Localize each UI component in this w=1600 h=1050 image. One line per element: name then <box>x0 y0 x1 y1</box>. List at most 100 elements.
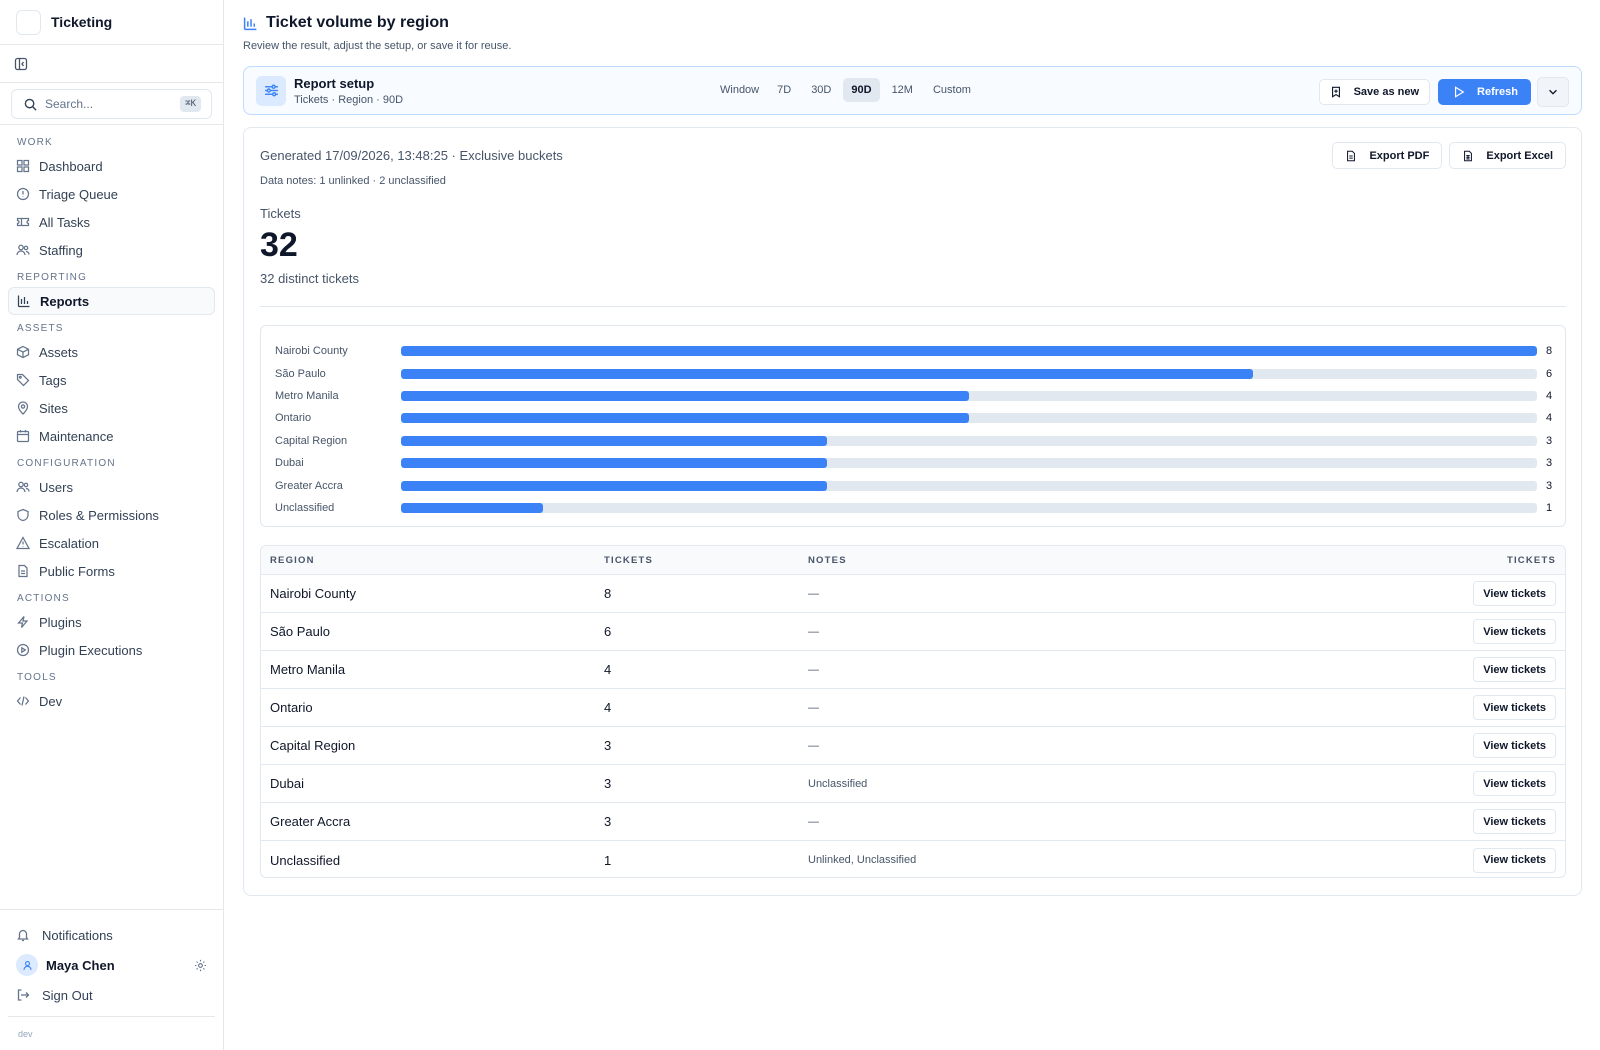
cell-notes: — <box>808 587 819 600</box>
page-subtitle: Review the result, adjust the setup, or … <box>243 40 512 52</box>
bar-track <box>401 435 1537 446</box>
sidebar-item-roles-permissions[interactable]: Roles & Permissions <box>8 501 215 529</box>
sidebar-item-triage-queue[interactable]: Triage Queue <box>8 180 215 208</box>
environment-label: dev <box>8 1016 215 1050</box>
sidebar-item-label: Assets <box>39 344 79 360</box>
sidebar-item-staffing[interactable]: Staffing <box>8 236 215 264</box>
sidebar-item-users[interactable]: Users <box>8 473 215 501</box>
file-icon <box>1347 150 1356 161</box>
table-row: Nairobi County 8 — View tickets <box>261 575 1565 613</box>
sidebar-item-plugin-executions[interactable]: Plugin Executions <box>8 636 215 664</box>
export-excel-button[interactable]: Export Excel <box>1449 142 1566 169</box>
sidebar-item-assets[interactable]: Assets <box>8 338 215 366</box>
refresh-button[interactable]: Refresh <box>1438 79 1531 105</box>
notifications-link[interactable]: Notifications <box>0 920 223 950</box>
window-option-90d[interactable]: 90D <box>843 78 880 102</box>
more-options-button[interactable] <box>1537 77 1569 107</box>
view-tickets-button[interactable]: View tickets <box>1473 619 1556 644</box>
search-shortcut: ⌘K <box>180 96 201 112</box>
header-region[interactable]: REGION <box>261 555 604 566</box>
sidebar-item-maintenance[interactable]: Maintenance <box>8 422 215 450</box>
table-row: Capital Region 3 — View tickets <box>261 727 1565 765</box>
cell-tickets: 1 <box>604 852 612 868</box>
bar-value-label: 3 <box>1546 434 1553 447</box>
cell-region: Greater Accra <box>270 814 351 829</box>
export-pdf-label: Export PDF <box>1369 149 1430 162</box>
bar-label: Unclassified <box>275 501 335 514</box>
user-name: Maya Chen <box>46 957 115 973</box>
bar <box>401 502 543 513</box>
sidebar-item-label: Dev <box>39 693 63 709</box>
gear-icon[interactable] <box>194 959 207 972</box>
bar-label: Dubai <box>275 457 304 470</box>
kpi-label: Tickets <box>260 206 301 221</box>
save-as-new-button[interactable]: Save as new <box>1318 79 1431 105</box>
setup-text: Report setup Tickets · Region · 90D <box>294 76 403 106</box>
sidebar-item-all-tasks[interactable]: All Tasks <box>8 208 215 236</box>
lightning-icon <box>17 616 29 628</box>
bell-icon <box>17 929 29 942</box>
sidebar-item-dashboard[interactable]: Dashboard <box>8 152 215 180</box>
user-row[interactable]: Maya Chen <box>0 950 223 980</box>
page-title: Ticket volume by region <box>243 14 449 32</box>
sidebar-item-escalation[interactable]: Escalation <box>8 529 215 557</box>
view-tickets-button[interactable]: View tickets <box>1473 695 1556 720</box>
view-tickets-button[interactable]: View tickets <box>1473 847 1556 873</box>
cell-notes: — <box>808 701 819 714</box>
setup-icon-wrap <box>256 75 286 106</box>
sign-out-link[interactable]: Sign Out <box>0 980 223 1010</box>
tag-icon <box>16 373 30 387</box>
sidebar-item-sites[interactable]: Sites <box>8 394 215 422</box>
cell-region: Dubai <box>270 776 304 791</box>
sidebar-item-label: Reports <box>40 293 90 309</box>
window-label: Window <box>720 84 760 96</box>
sidebar-item-dev[interactable]: Dev <box>8 687 215 715</box>
view-tickets-button[interactable]: View tickets <box>1473 581 1556 606</box>
table-header: REGION TICKETS NOTES TICKETS <box>261 546 1565 575</box>
view-tickets-button[interactable]: View tickets <box>1473 657 1556 682</box>
section-label-configuration: CONFIGURATION <box>17 458 116 469</box>
bar-value-label: 4 <box>1546 412 1553 425</box>
header-tickets[interactable]: TICKETS <box>604 555 808 566</box>
sidebar-item-label: Dashboard <box>39 158 103 174</box>
page-title-text: Ticket volume by region <box>266 14 449 31</box>
refresh-label: Refresh <box>1477 86 1518 98</box>
avatar <box>16 954 38 976</box>
cell-notes: — <box>808 815 819 828</box>
sidebar-toggle-icon[interactable] <box>14 57 28 71</box>
sidebar-item-label: Public Forms <box>39 563 115 579</box>
document-icon <box>18 564 28 578</box>
bar <box>401 413 969 424</box>
table-body: Nairobi County 8 — View tickets São Paulo 6 — V… <box>261 575 1565 877</box>
window-option-custom[interactable]: Custom <box>925 78 979 102</box>
bookmark-plus-icon <box>1331 86 1340 98</box>
view-tickets-button[interactable]: View tickets <box>1473 733 1556 758</box>
export-pdf-button[interactable]: Export PDF <box>1332 142 1443 169</box>
window-selector: Window 7D 30D 90D 12M Custom <box>720 78 983 102</box>
window-option-12m[interactable]: 12M <box>884 78 921 102</box>
window-option-30d[interactable]: 30D <box>803 78 839 102</box>
view-tickets-button[interactable]: View tickets <box>1473 809 1556 834</box>
sidebar-item-reports[interactable]: Reports <box>8 287 215 315</box>
bar-label: São Paulo <box>275 367 326 380</box>
kpi-value: 32 <box>260 226 298 264</box>
bar-row: Capital Region 3 <box>261 430 1565 452</box>
app-name: Ticketing <box>51 14 113 30</box>
search-input[interactable]: Search... ⌘K <box>11 89 212 119</box>
cell-tickets: 8 <box>604 586 612 601</box>
sidebar-item-plugins[interactable]: Plugins <box>8 608 215 636</box>
sidebar-bottom: Notifications Maya Chen Sign Out dev <box>0 909 223 1050</box>
bar-label: Nairobi County <box>275 345 348 358</box>
code-icon <box>16 696 30 706</box>
export-excel-label: Export Excel <box>1486 149 1553 162</box>
sidebar-item-tags[interactable]: Tags <box>8 366 215 394</box>
bar-label: Metro Manila <box>275 389 339 402</box>
bar-row: Nairobi County 8 <box>261 340 1565 362</box>
sidebar-item-label: Plugin Executions <box>39 642 143 658</box>
search-placeholder: Search... <box>45 97 94 111</box>
view-tickets-button[interactable]: View tickets <box>1473 771 1556 796</box>
cell-region: Unclassified <box>270 852 341 868</box>
sidebar-item-public-forms[interactable]: Public Forms <box>8 557 215 585</box>
window-option-7d[interactable]: 7D <box>769 78 799 102</box>
brand[interactable]: Ticketing <box>0 0 223 45</box>
